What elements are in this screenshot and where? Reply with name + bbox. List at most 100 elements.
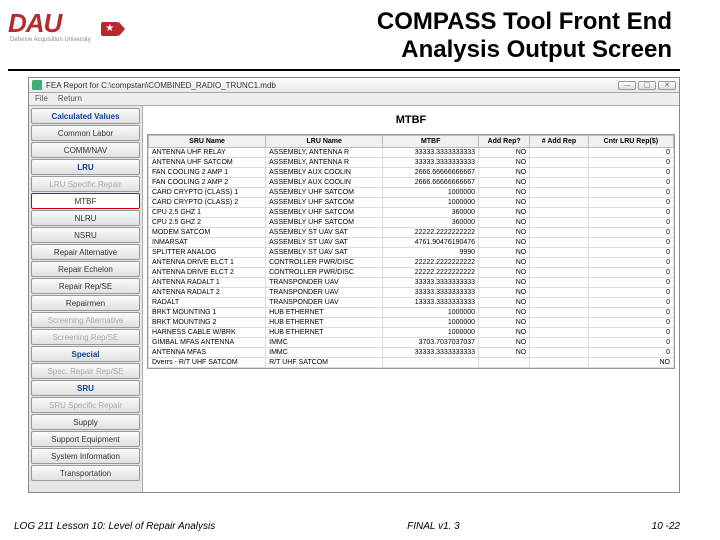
cell: 22222.2222222222 [383,228,479,238]
cell: NO [479,188,530,198]
cell: NO [479,348,530,358]
table-row[interactable]: ANTENNA RADALT 1TRANSPONDER UAV33333.333… [149,278,674,288]
cell: 1000000 [383,308,479,318]
sidebar-item-transportation[interactable]: Transportation [31,465,140,481]
cell: ANTENNA DRIVE ELCT 2 [149,268,266,278]
cell: NO [479,328,530,338]
table-row[interactable]: BRKT MOUNTING 2HUB ETHERNET1000000NO0 [149,318,674,328]
table-row[interactable]: ANTENNA MFASIMMC33333.3333333333NO0 [149,348,674,358]
cell: 0 [588,178,673,188]
table-row[interactable]: GIMBAL MFAS ANTENNAIMMC3703.7037037037NO… [149,338,674,348]
cell [530,228,589,238]
cell: 33333.3333333333 [383,148,479,158]
sidebar-item-comm-nav[interactable]: COMM/NAV [31,142,140,158]
footer-right: 10 -22 [652,521,680,532]
sidebar-item-special[interactable]: Special [31,346,140,362]
cell: 0 [588,308,673,318]
close-button[interactable]: ✕ [658,81,676,90]
sidebar-item-sru-specific-repair[interactable]: SRU Specific Repair [31,397,140,413]
col-header[interactable]: Add Rep? [479,136,530,148]
cell: NO [479,178,530,188]
table-row[interactable]: CARD CRYPTO (CLASS) 2ASSEMBLY UHF SATCOM… [149,198,674,208]
cell [530,218,589,228]
table-row[interactable]: CPU 2.5 GHZ 2ASSEMBLY UHF SATCOM360000NO… [149,218,674,228]
cell: NO [479,238,530,248]
cell: HUB ETHERNET [266,318,383,328]
slide-footer: LOG 211 Lesson 10: Level of Repair Analy… [0,521,720,532]
table-row[interactable]: FAN COOLING 2 AMP 1ASSEMBLY AUX COOLIN26… [149,168,674,178]
table-row[interactable]: CARD CRYPTO (CLASS) 1ASSEMBLY UHF SATCOM… [149,188,674,198]
sidebar-item-nsru[interactable]: NSRU [31,227,140,243]
cell: 0 [588,238,673,248]
dau-logo: DAU Defense Acquisition University ★ [8,8,119,43]
col-header[interactable]: SRU Name [149,136,266,148]
table-row[interactable]: RADALTTRANSPONDER UAV13333.3333333333NO0 [149,298,674,308]
cell: FAN COOLING 2 AMP 2 [149,178,266,188]
table-row[interactable]: ANTENNA UHF SATCOMASSEMBLY, ANTENNA R333… [149,158,674,168]
sidebar-item-spec-repair-rep-se[interactable]: Spec. Repair Rep/SE [31,363,140,379]
cell [530,338,589,348]
table-row[interactable]: ANTENNA RADALT 2TRANSPONDER UAV33333.333… [149,288,674,298]
sidebar-item-repair-echelon[interactable]: Repair Echelon [31,261,140,277]
cell: 0 [588,208,673,218]
table-row[interactable]: INMARSATASSEMBLY ST UAV SAT4761.90476190… [149,238,674,248]
sidebar-item-nlru[interactable]: NLRU [31,210,140,226]
sidebar-item-lru-specific-repair[interactable]: LRU Specific Repair [31,176,140,192]
sidebar-item-repairmen[interactable]: Repairmen [31,295,140,311]
cell: CONTROLLER PWR/DISC [266,258,383,268]
sidebar-item-support-equipment[interactable]: Support Equipment [31,431,140,447]
table-row[interactable]: MODEM SATCOMASSEMBLY ST UAV SAT22222.222… [149,228,674,238]
cell: 0 [588,148,673,158]
sidebar-item-screening-alternative[interactable]: Screening Alternative [31,312,140,328]
table-row[interactable]: FAN COOLING 2 AMP 2ASSEMBLY AUX COOLIN26… [149,178,674,188]
cell: 0 [588,228,673,238]
cell: 360000 [383,218,479,228]
cell: ASSEMBLY, ANTENNA R [266,148,383,158]
cell: NO [479,258,530,268]
table-row[interactable]: BRKT MOUNTING 1HUB ETHERNET1000000NO0 [149,308,674,318]
cell: ANTENNA RADALT 1 [149,278,266,288]
table-row[interactable]: Dverrs - R/T UHF SATCOMR/T UHF SATCOMNO [149,358,674,368]
cell: 9990 [383,248,479,258]
table-row[interactable]: HARNESS CABLE W/BRKHUB ETHERNET1000000NO… [149,328,674,338]
sidebar-item-repair-alternative[interactable]: Repair Alternative [31,244,140,260]
sidebar-item-sru[interactable]: SRU [31,380,140,396]
cell: 13333.3333333333 [383,298,479,308]
table-row[interactable]: SPLITTER ANALOGASSEMBLY ST UAV SAT9990NO… [149,248,674,258]
sidebar-item-calculated-values[interactable]: Calculated Values [31,108,140,124]
cell: 1000000 [383,328,479,338]
cell [530,148,589,158]
cell [530,168,589,178]
sidebar-item-mtbf[interactable]: MTBF [31,193,140,209]
col-header[interactable]: # Add Rep [530,136,589,148]
sidebar-item-common-labor[interactable]: Common Labor [31,125,140,141]
cell: IMMC [266,338,383,348]
cell: RADALT [149,298,266,308]
sidebar-item-supply[interactable]: Supply [31,414,140,430]
menu-file[interactable]: File [35,94,48,104]
table-row[interactable]: ANTENNA UHF RELAYASSEMBLY, ANTENNA R3333… [149,148,674,158]
sidebar-item-screening-rep-se[interactable]: Screening Rep/SE [31,329,140,345]
sidebar-item-repair-rep-se[interactable]: Repair Rep/SE [31,278,140,294]
menu-return[interactable]: Return [58,94,82,104]
table-row[interactable]: ANTENNA DRIVE ELCT 1CONTROLLER PWR/DISC2… [149,258,674,268]
minimize-button[interactable]: — [618,81,636,90]
col-header[interactable]: Cntr LRU Rep($) [588,136,673,148]
cell: GIMBAL MFAS ANTENNA [149,338,266,348]
logo-subtext: Defense Acquisition University [10,37,91,43]
cell: INMARSAT [149,238,266,248]
table-row[interactable]: ANTENNA DRIVE ELCT 2CONTROLLER PWR/DISC2… [149,268,674,278]
content-title: MTBF [143,106,679,134]
table-row[interactable]: CPU 2.5 GHZ 1ASSEMBLY UHF SATCOM360000NO… [149,208,674,218]
sidebar-item-system-information[interactable]: System Information [31,448,140,464]
maximize-button[interactable]: ▢ [638,81,656,90]
cell: TRANSPONDER UAV [266,288,383,298]
cell: 0 [588,298,673,308]
cell: CPU 2.5 GHZ 2 [149,218,266,228]
col-header[interactable]: LRU Name [266,136,383,148]
col-header[interactable]: MTBF [383,136,479,148]
cell: ASSEMBLY, ANTENNA R [266,158,383,168]
sidebar-item-lru[interactable]: LRU [31,159,140,175]
cell: ASSEMBLY UHF SATCOM [266,208,383,218]
cell [530,278,589,288]
